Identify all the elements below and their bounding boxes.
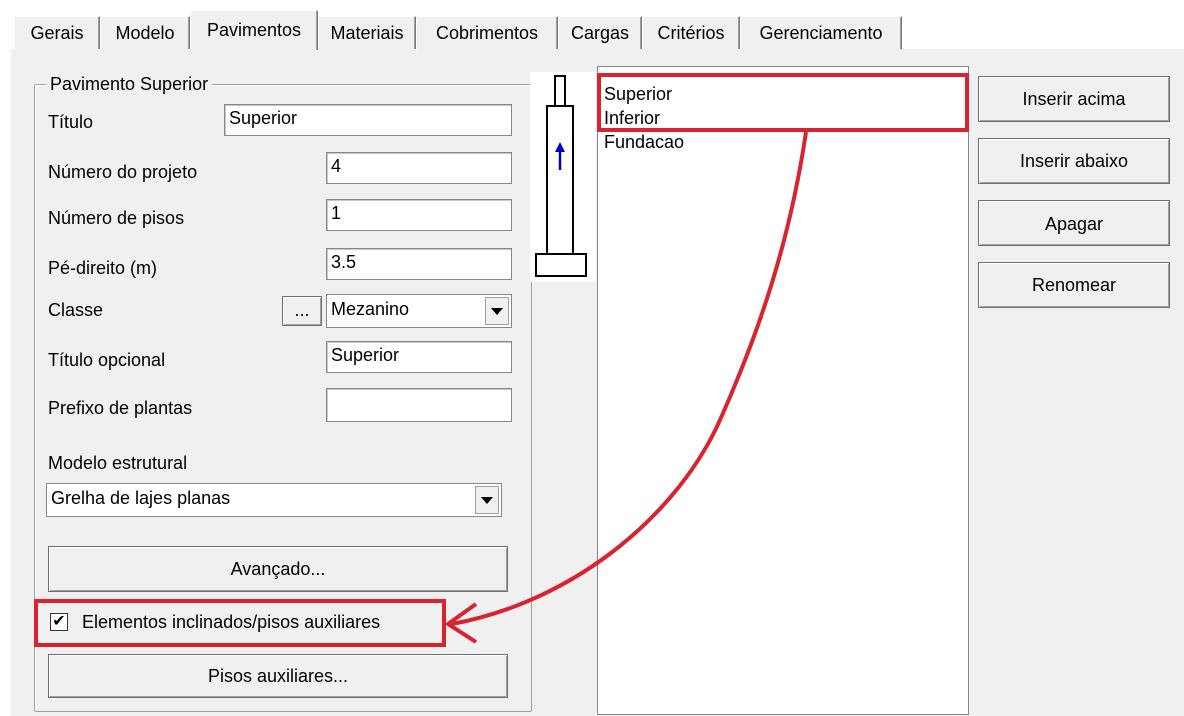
pe-direito-field[interactable]: 3.5	[326, 248, 512, 280]
modelo-estrutural-label: Modelo estrutural	[48, 453, 188, 473]
prefixo-plantas-field[interactable]	[326, 388, 512, 422]
classe-browse-button[interactable]: ...	[282, 296, 322, 326]
inserir-acima-button[interactable]: Inserir acima	[978, 76, 1170, 122]
numero-pisos-field[interactable]: 1	[326, 199, 512, 231]
tab-gerenciamento[interactable]: Gerenciamento	[740, 16, 902, 49]
chevron-down-icon[interactable]	[485, 297, 509, 325]
tab-pavimentos[interactable]: Pavimentos	[190, 10, 318, 50]
titulo-label: Título	[48, 112, 94, 132]
classe-label: Classe	[48, 300, 104, 320]
titulo-field[interactable]: Superior	[224, 104, 512, 136]
titulo-opcional-label: Título opcional	[48, 350, 166, 370]
pisos-auxiliares-button[interactable]: Pisos auxiliares...	[48, 654, 508, 698]
list-item[interactable]: Fundacao	[604, 131, 684, 153]
numero-projeto-label: Número do projeto	[48, 162, 198, 182]
pe-direito-label: Pé-direito (m)	[48, 258, 158, 278]
prefixo-plantas-label: Prefixo de plantas	[48, 398, 193, 418]
modelo-estrutural-value: Grelha de lajes planas	[51, 488, 231, 508]
floors-listbox[interactable]: Superior Inferior Fundacao	[597, 66, 969, 715]
tab-cobrimentos[interactable]: Cobrimentos	[416, 16, 558, 49]
groupbox-title: Pavimento Superior	[46, 72, 213, 96]
tab-criterios[interactable]: Critérios	[642, 16, 740, 49]
tab-materiais[interactable]: Materiais	[318, 16, 416, 49]
tab-modelo[interactable]: Modelo	[100, 16, 190, 49]
tab-cargas[interactable]: Cargas	[558, 16, 642, 49]
numero-projeto-field[interactable]: 4	[326, 152, 512, 184]
titulo-opcional-field[interactable]: Superior	[326, 341, 512, 373]
chevron-down-icon[interactable]	[475, 486, 499, 514]
inserir-abaixo-button[interactable]: Inserir abaixo	[978, 138, 1170, 184]
list-highlight-box	[597, 73, 969, 132]
classe-select-value: Mezanino	[331, 299, 410, 319]
building-column-icon	[530, 72, 596, 282]
classe-select[interactable]: Mezanino	[326, 294, 512, 328]
numero-pisos-label: Número de pisos	[48, 208, 185, 228]
modelo-estrutural-select[interactable]: Grelha de lajes planas	[46, 483, 502, 517]
tab-gerais[interactable]: Gerais	[14, 16, 100, 49]
apagar-button[interactable]: Apagar	[978, 200, 1170, 246]
checkbox-highlight-box	[34, 599, 446, 647]
avancado-button[interactable]: Avançado...	[48, 546, 508, 592]
renomear-button[interactable]: Renomear	[978, 262, 1170, 308]
